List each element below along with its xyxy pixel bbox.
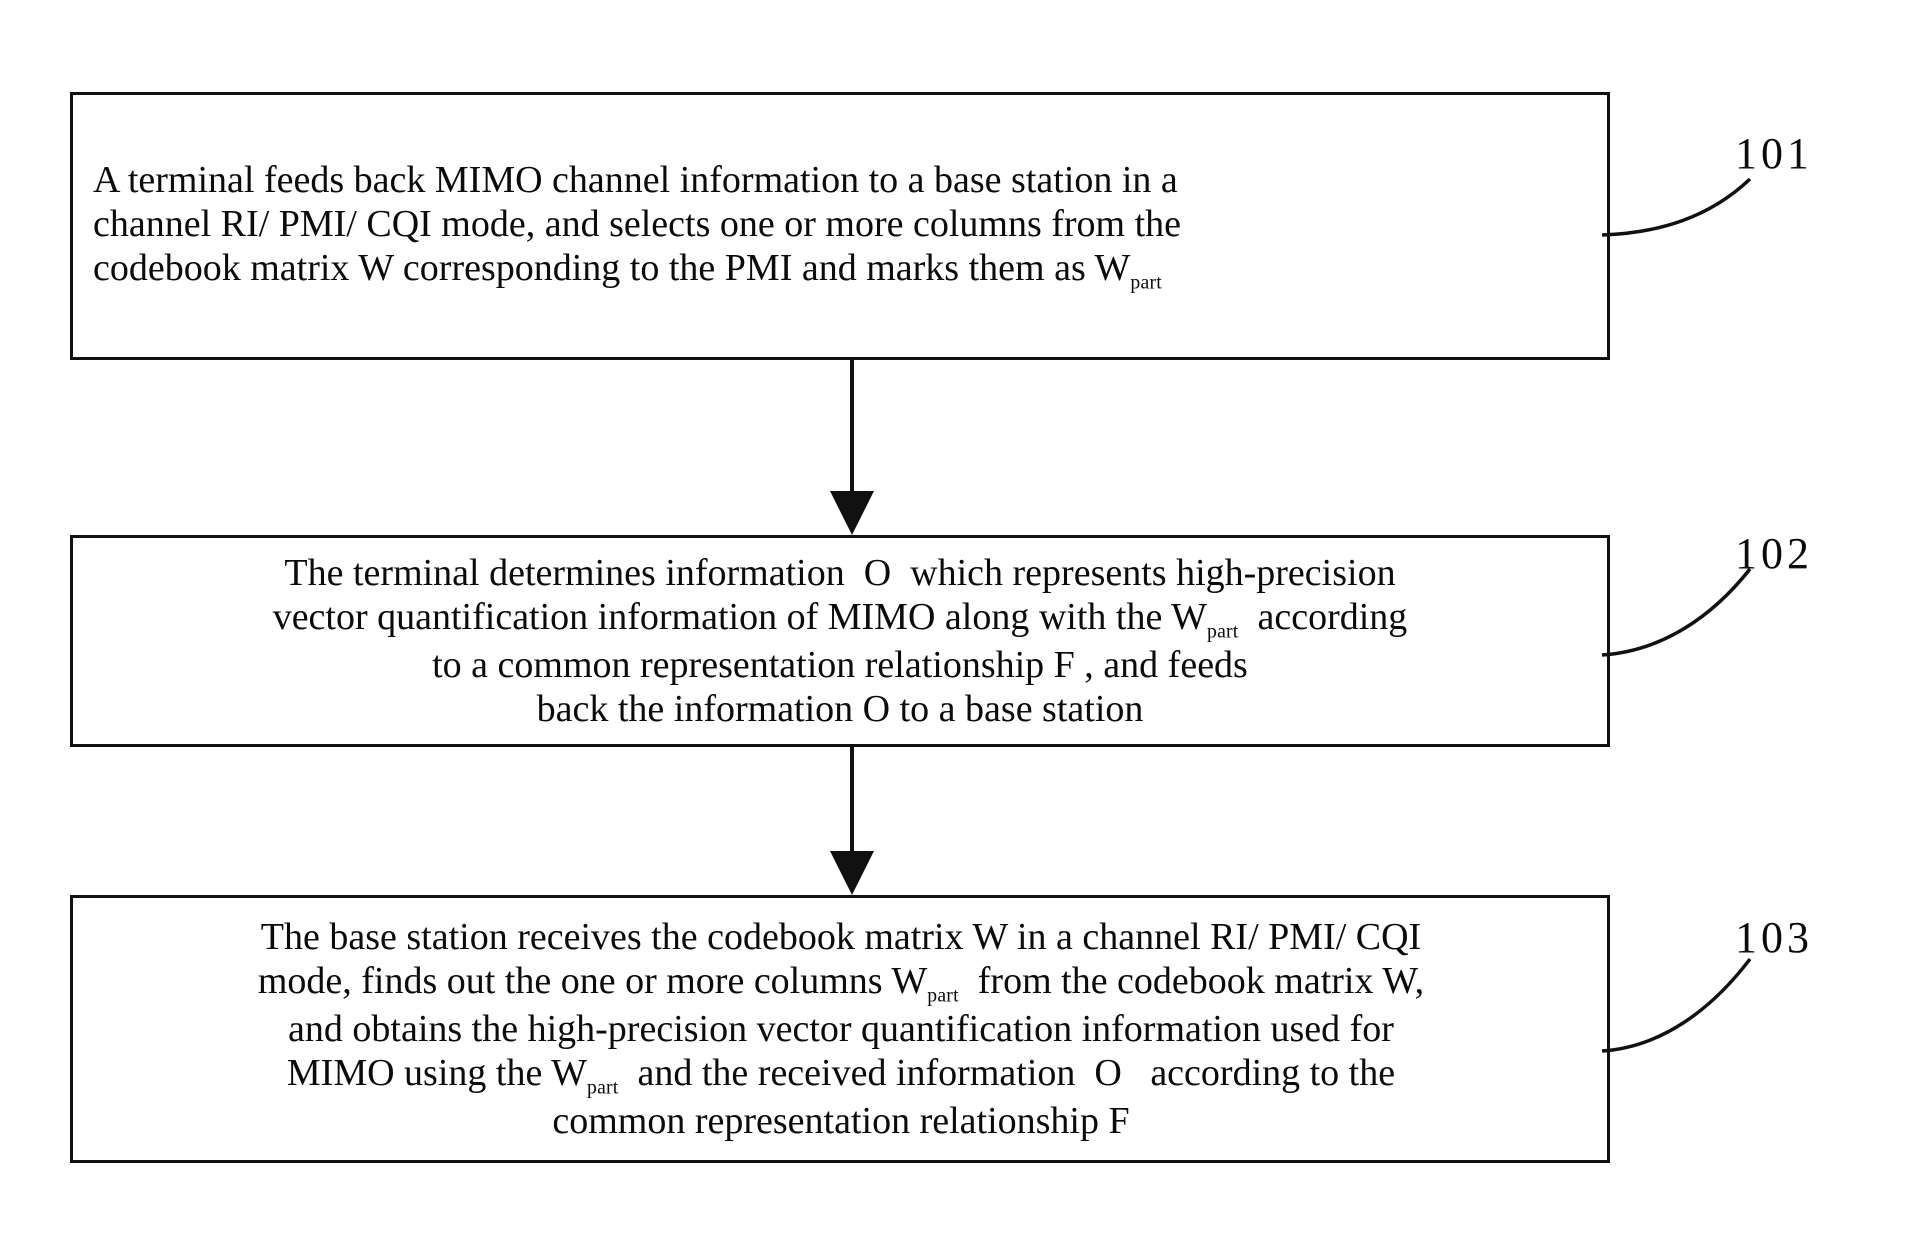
- leader-line-103: [1601, 957, 1752, 1053]
- process-box-102: The terminal determines information O wh…: [70, 535, 1610, 747]
- connector-arrowhead: [830, 491, 874, 535]
- reference-numeral-102: 102: [1735, 529, 1813, 578]
- process-box-102-text: The terminal determines information O wh…: [272, 551, 1408, 731]
- leader-line-102: [1601, 567, 1752, 657]
- connector-shaft: [850, 747, 854, 859]
- reference-numeral-101: 101: [1735, 129, 1813, 178]
- connector-arrowhead: [830, 851, 874, 895]
- leader-line-101: [1601, 177, 1752, 237]
- connector-arrow-102-to-103: [822, 747, 882, 895]
- connector-shaft: [850, 360, 854, 500]
- process-box-101: A terminal feeds back MIMO channel infor…: [70, 92, 1610, 360]
- process-box-101-text: A terminal feeds back MIMO channel infor…: [93, 158, 1182, 294]
- process-box-103: The base station receives the codebook m…: [70, 895, 1610, 1163]
- flowchart-page: A terminal feeds back MIMO channel infor…: [0, 0, 1915, 1251]
- reference-numeral-103: 103: [1735, 913, 1813, 962]
- process-box-103-text: The base station receives the codebook m…: [257, 915, 1425, 1143]
- connector-arrow-101-to-102: [822, 360, 882, 535]
